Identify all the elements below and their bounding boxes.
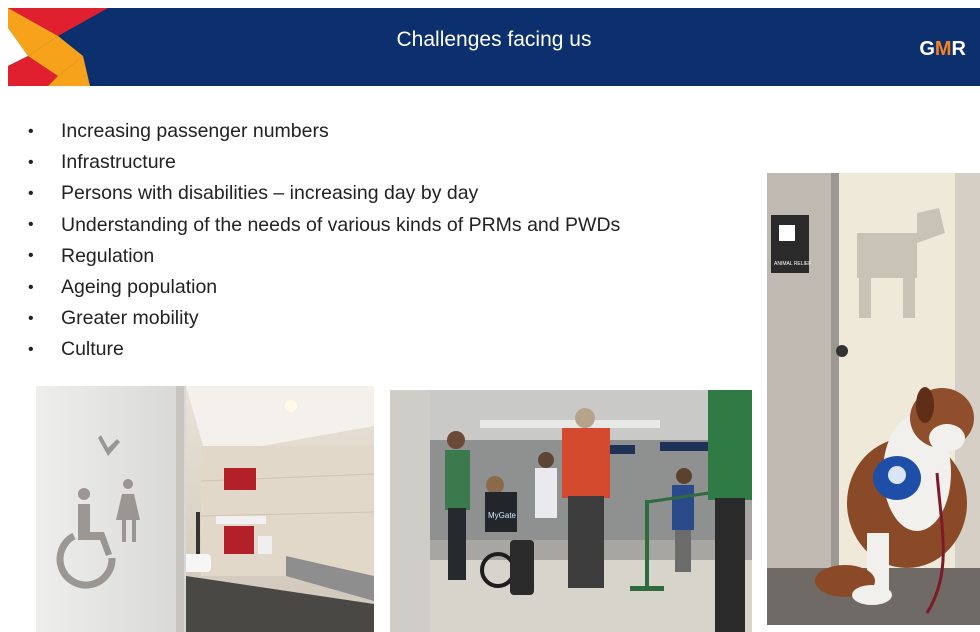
accessible-restroom-photo <box>36 386 374 632</box>
list-item-text: Infrastructure <box>61 151 176 174</box>
list-item-text: Persons with disabilities – increasing d… <box>61 182 479 205</box>
airport-queue-photo: MyGate <box>390 390 752 632</box>
gmr-logo: GMR <box>919 38 966 60</box>
list-item-text: Understanding of the needs of various ki… <box>61 213 621 236</box>
list-item-text: Ageing population <box>61 276 218 299</box>
list-item: • Culture <box>28 334 620 365</box>
list-item: • Persons with disabilities – increasing … <box>28 178 620 209</box>
list-item-text: Regulation <box>61 244 155 267</box>
list-item: • Greater mobility <box>28 303 620 334</box>
list-item-text: Culture <box>61 338 124 361</box>
challenges-list: • Increasing passenger numbers • Infrastru… <box>28 116 620 366</box>
animal-relief-sign-text: ANIMAL RELIEF <box>774 261 811 267</box>
service-dog-photo: ANIMAL RELIEF <box>767 173 980 625</box>
bullet-icon: • <box>28 247 34 265</box>
bullet-icon: • <box>28 184 34 202</box>
list-item: • Ageing population <box>28 272 620 303</box>
slide-title: Challenges facing us <box>396 28 592 51</box>
list-item: • Understanding of the needs of various k… <box>28 210 620 241</box>
list-item: • Regulation <box>28 241 620 272</box>
header-bar: Challenges facing us GMR <box>8 8 980 86</box>
bullet-icon: • <box>28 153 34 171</box>
bullet-icon: • <box>28 340 34 358</box>
bullet-icon: • <box>28 309 34 327</box>
bag-label-text: MyGate <box>488 511 517 520</box>
list-item: • Infrastructure <box>28 147 620 178</box>
bullet-icon: • <box>28 216 34 234</box>
list-item: • Increasing passenger numbers <box>28 116 620 147</box>
list-item-text: Greater mobility <box>61 307 199 330</box>
list-item-text: Increasing passenger numbers <box>61 120 329 143</box>
bullet-icon: • <box>28 122 34 140</box>
bullet-icon: • <box>28 278 34 296</box>
